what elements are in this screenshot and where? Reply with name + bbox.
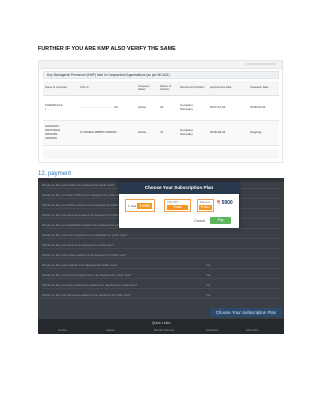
table-row: CHEMICALS ) ... ... ... ... ... ... ... …	[43, 95, 279, 121]
question-row: Would you like your email ID to be displ…	[38, 262, 284, 269]
cancel-button[interactable]: Cancel	[194, 219, 205, 223]
industry-cell: 72	[158, 120, 178, 146]
plan-gst: 10% GST ₹ 900	[164, 199, 191, 212]
question-row: Would you like your past employment deta…	[38, 282, 284, 289]
payment-section-label: 12. payment	[38, 171, 72, 177]
plan-price: ₹ 6000	[137, 203, 152, 209]
cessation-date-cell: Ongoing	[248, 120, 279, 146]
appointment-date-cell: 2017-01-01	[208, 95, 248, 121]
kmp-col-header: Cessation Date	[248, 81, 279, 96]
footer-link[interactable]: Resources	[206, 329, 218, 332]
question-row: Would you like your permanent address to…	[38, 292, 284, 299]
kmp-col-header: CIN no.	[78, 81, 136, 96]
kmp-bottom-strip	[43, 150, 279, 159]
rupee-icon: ₹	[217, 200, 221, 206]
kmp-table-title: Key Managerial Personnel (KMP) held in C…	[43, 71, 279, 79]
subscription-modal: Choose Your Subscription Plan 1 Year ₹ 6…	[119, 182, 239, 228]
cin-cell: U72200DL1986PTC006611	[78, 120, 136, 146]
cessation-date-cell: 2018-02-01	[248, 95, 279, 121]
cin-cell: ... ... ... ... ... ... ... ... ... ... …	[78, 95, 136, 121]
company-name-cell: CHEMICALS )	[43, 95, 78, 121]
footer-link[interactable]: About IICA	[246, 329, 259, 332]
plan-price: ₹ Zero	[199, 204, 212, 210]
question-row: Would you like your current employment t…	[38, 272, 284, 279]
company-name-cell: SANGRAY INFOTECH PRIVATE LIMITED	[43, 120, 78, 146]
choose-subscription-plan-button[interactable]: Choose Your Subscription Plan	[210, 308, 282, 317]
kmp-header-row: Name of Company CIN no. Company Status N…	[43, 81, 279, 96]
pay-button[interactable]: Pay	[210, 217, 231, 224]
modal-title: Choose Your Subscription Plan	[119, 182, 239, 194]
plan-name: 1 Year	[128, 204, 137, 208]
industry-cell: 24	[158, 95, 178, 121]
status-cell: Active	[136, 95, 158, 121]
plan-price: ₹ 900	[167, 204, 188, 210]
plan-option-1-year[interactable]: 1 Year ₹ 6000	[125, 199, 155, 212]
question-row: Would you like your work experience to b…	[38, 232, 284, 239]
kmp-col-header: Name of Company	[43, 81, 78, 96]
footer-links: Investor Support Member Services Resourc…	[38, 329, 284, 333]
table-row: SANGRAY INFOTECH PRIVATE LIMITED U72200D…	[43, 120, 279, 146]
kmp-col-header: Company Status	[136, 81, 158, 96]
kmp-top-strip	[39, 61, 282, 69]
footer-link[interactable]: Member Services	[154, 329, 174, 332]
total-price: ₹ 5900	[217, 200, 233, 206]
payment-screenshot: Would you like your profile to be displa…	[38, 178, 284, 334]
footer-link[interactable]: Support	[106, 329, 115, 332]
question-row: Would you like your photo to be displaye…	[38, 242, 284, 249]
total-amount: 5900	[221, 200, 233, 206]
position-cell: Company Secretary	[178, 95, 208, 121]
kmp-col-header: Directorship Position	[178, 81, 208, 96]
kmp-col-header: Nature of Industry	[158, 81, 178, 96]
footer-link[interactable]: Investor	[58, 329, 67, 332]
plan-discount: Discount ₹ Zero	[197, 199, 214, 212]
question-row: Would you like your contact address to b…	[38, 252, 284, 259]
kmp-heading: FURTHER IF YOU ARE KMP ALSO VERIFY THE S…	[38, 46, 176, 52]
kmp-screenshot: Key Managerial Personnel (KMP) held in C…	[38, 60, 283, 163]
appointment-date-cell: 2018-08-24	[208, 120, 248, 146]
status-cell: Active	[136, 120, 158, 146]
kmp-col-header: Appointment Date	[208, 81, 248, 96]
footer: Quick Links Investor Support Member Serv…	[38, 319, 284, 334]
position-cell: Company Secretary	[178, 120, 208, 146]
kmp-table: Name of Company CIN no. Company Status N…	[43, 81, 279, 146]
footer-title: Quick Links	[151, 321, 171, 325]
